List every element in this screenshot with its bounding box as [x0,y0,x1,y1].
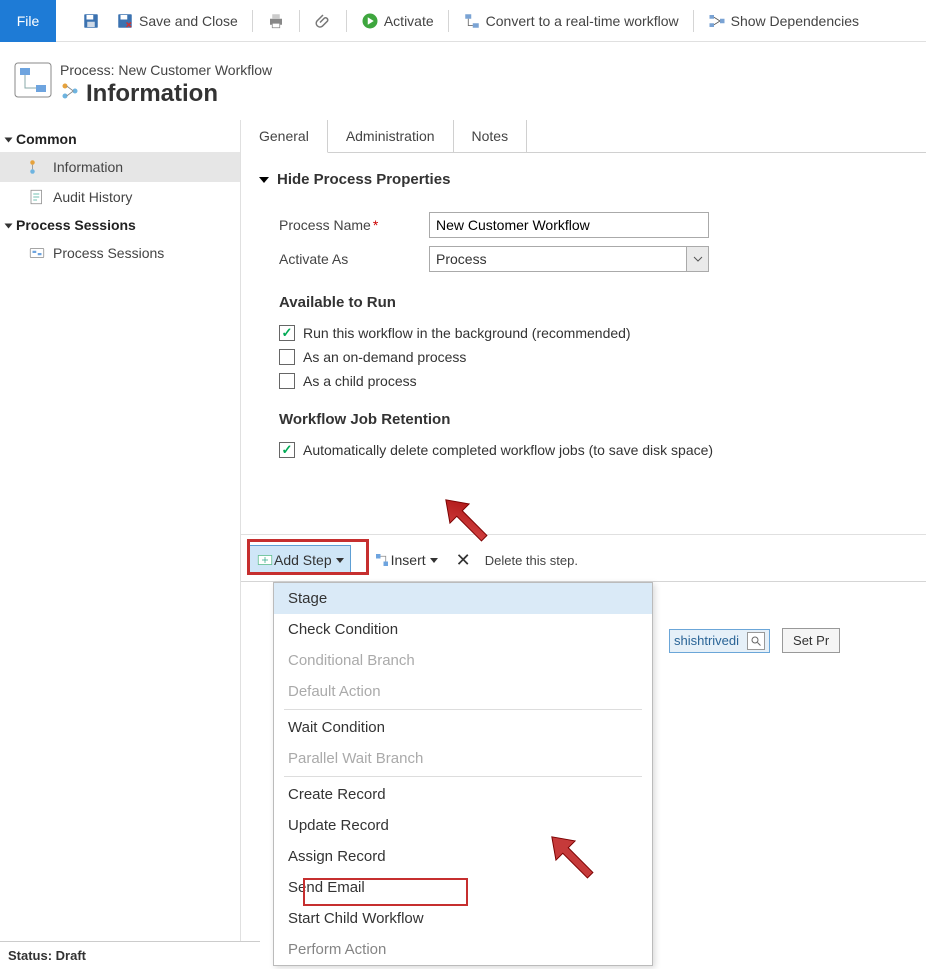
toolbar-separator [693,10,694,32]
chevron-down-icon [686,247,708,271]
workflow-retention-head: Workflow Job Retention [279,397,906,434]
sidebar-item-information[interactable]: Information [0,152,240,182]
convert-workflow-button[interactable]: Convert to a real-time workflow [463,5,679,37]
floppy-save-icon [82,12,100,30]
sidebar-item-label: Audit History [53,189,132,205]
sidebar: Common Information Audit History Process… [0,120,240,274]
save-and-close-label: Save and Close [139,13,238,29]
set-properties-button[interactable]: Set Pr [782,628,840,653]
menu-item-default-action: Default Action [274,676,652,707]
checkbox-auto-delete-label: Automatically delete completed workflow … [303,442,713,458]
insert-label: Insert [391,552,426,568]
menu-separator [284,776,642,777]
step-toolbar: Add Step Insert ✕ Delete this step. [241,534,926,581]
file-menu-button[interactable]: File [0,0,56,42]
sidebar-group-process-sessions[interactable]: Process Sessions [0,212,240,238]
section-head-label: Hide Process Properties [277,171,450,188]
caret-down-icon [336,558,344,563]
menu-item-perform-action[interactable]: Perform Action [274,934,652,965]
toolbar: File Save and Close Activate [0,0,926,42]
process-name-label: Process Name* [279,217,429,233]
dependencies-icon [708,12,726,30]
show-dependencies-button[interactable]: Show Dependencies [708,5,859,37]
user-lookup-value: shishtrivedi [674,633,739,648]
menu-item-parallel-wait-branch: Parallel Wait Branch [274,743,652,774]
page-supertitle: Process: New Customer Workflow [60,62,272,78]
insert-icon [373,551,391,569]
audit-history-icon [28,188,46,206]
paperclip-icon [314,12,332,30]
tab-general[interactable]: General [241,120,328,153]
checkbox-ondemand[interactable] [279,349,295,365]
sidebar-item-process-sessions[interactable]: Process Sessions [0,238,240,268]
activate-label: Activate [384,13,434,29]
tab-strip: General Administration Notes [241,120,926,153]
activate-as-select[interactable]: Process [429,246,709,272]
save-button[interactable] [82,5,100,37]
process-properties-form: Process Name* Activate As Process Availa… [241,194,926,474]
toolbar-separator [252,10,253,32]
print-button[interactable] [267,5,285,37]
menu-item-stage[interactable]: Stage [274,583,652,614]
toolbar-separator [346,10,347,32]
add-step-button[interactable]: Add Step [249,545,351,575]
process-entity-icon [14,62,52,98]
printer-icon [267,12,285,30]
save-and-close-button[interactable]: Save and Close [116,5,238,37]
menu-item-wait-condition[interactable]: Wait Condition [274,712,652,743]
add-step-icon [256,551,274,569]
toolbar-separator [299,10,300,32]
tab-notes[interactable]: Notes [454,120,528,152]
lookup-icon [747,632,765,650]
section-toggle-process-properties[interactable]: Hide Process Properties [241,153,926,194]
activate-button[interactable]: Activate [361,5,434,37]
checkbox-child-process-label: As a child process [303,373,417,389]
menu-item-send-email[interactable]: Send Email [274,872,652,903]
floppy-close-icon [116,12,134,30]
caret-down-icon [430,558,438,563]
checkbox-ondemand-label: As an on-demand process [303,349,466,365]
page-header: Process: New Customer Workflow Informati… [0,42,926,120]
delete-step-icon[interactable]: ✕ [456,550,471,571]
sidebar-item-label: Process Sessions [53,245,164,261]
sidebar-group-common[interactable]: Common [0,126,240,152]
sidebar-item-label: Information [53,159,123,175]
status-bar: Status: Draft [0,941,260,969]
show-dependencies-label: Show Dependencies [731,13,859,29]
toolbar-separator [448,10,449,32]
attach-button[interactable] [314,5,332,37]
menu-item-check-condition[interactable]: Check Condition [274,614,652,645]
insert-button[interactable]: Insert [365,547,446,573]
sidebar-item-audit-history[interactable]: Audit History [0,182,240,212]
checkbox-auto-delete[interactable] [279,442,295,458]
menu-item-create-record[interactable]: Create Record [274,779,652,810]
convert-workflow-label: Convert to a real-time workflow [486,13,679,29]
tab-administration[interactable]: Administration [328,120,454,152]
main-content: General Administration Notes Hide Proces… [240,120,926,969]
page-title: Information [86,80,218,108]
sessions-icon [28,244,46,262]
user-lookup-field[interactable]: shishtrivedi [669,629,770,653]
checkbox-background[interactable] [279,325,295,341]
menu-separator [284,709,642,710]
activate-as-label: Activate As [279,251,429,267]
status-text: Status: Draft [8,948,86,963]
menu-item-conditional-branch: Conditional Branch [274,645,652,676]
menu-item-start-child-workflow[interactable]: Start Child Workflow [274,903,652,934]
workflow-convert-icon [463,12,481,30]
add-step-label: Add Step [274,552,332,568]
available-to-run-head: Available to Run [279,280,906,317]
add-step-menu: Stage Check Condition Conditional Branch… [273,582,653,966]
menu-item-assign-record[interactable]: Assign Record [274,841,652,872]
menu-item-update-record[interactable]: Update Record [274,810,652,841]
checkbox-child-process[interactable] [279,373,295,389]
file-menu-label: File [17,13,40,29]
activate-as-value: Process [436,251,487,267]
process-name-input[interactable] [429,212,709,238]
checkbox-background-label: Run this workflow in the background (rec… [303,325,631,341]
info-tree-icon [60,80,80,108]
tree-icon [28,158,46,176]
activate-play-icon [361,12,379,30]
delete-step-label: Delete this step. [485,553,578,568]
